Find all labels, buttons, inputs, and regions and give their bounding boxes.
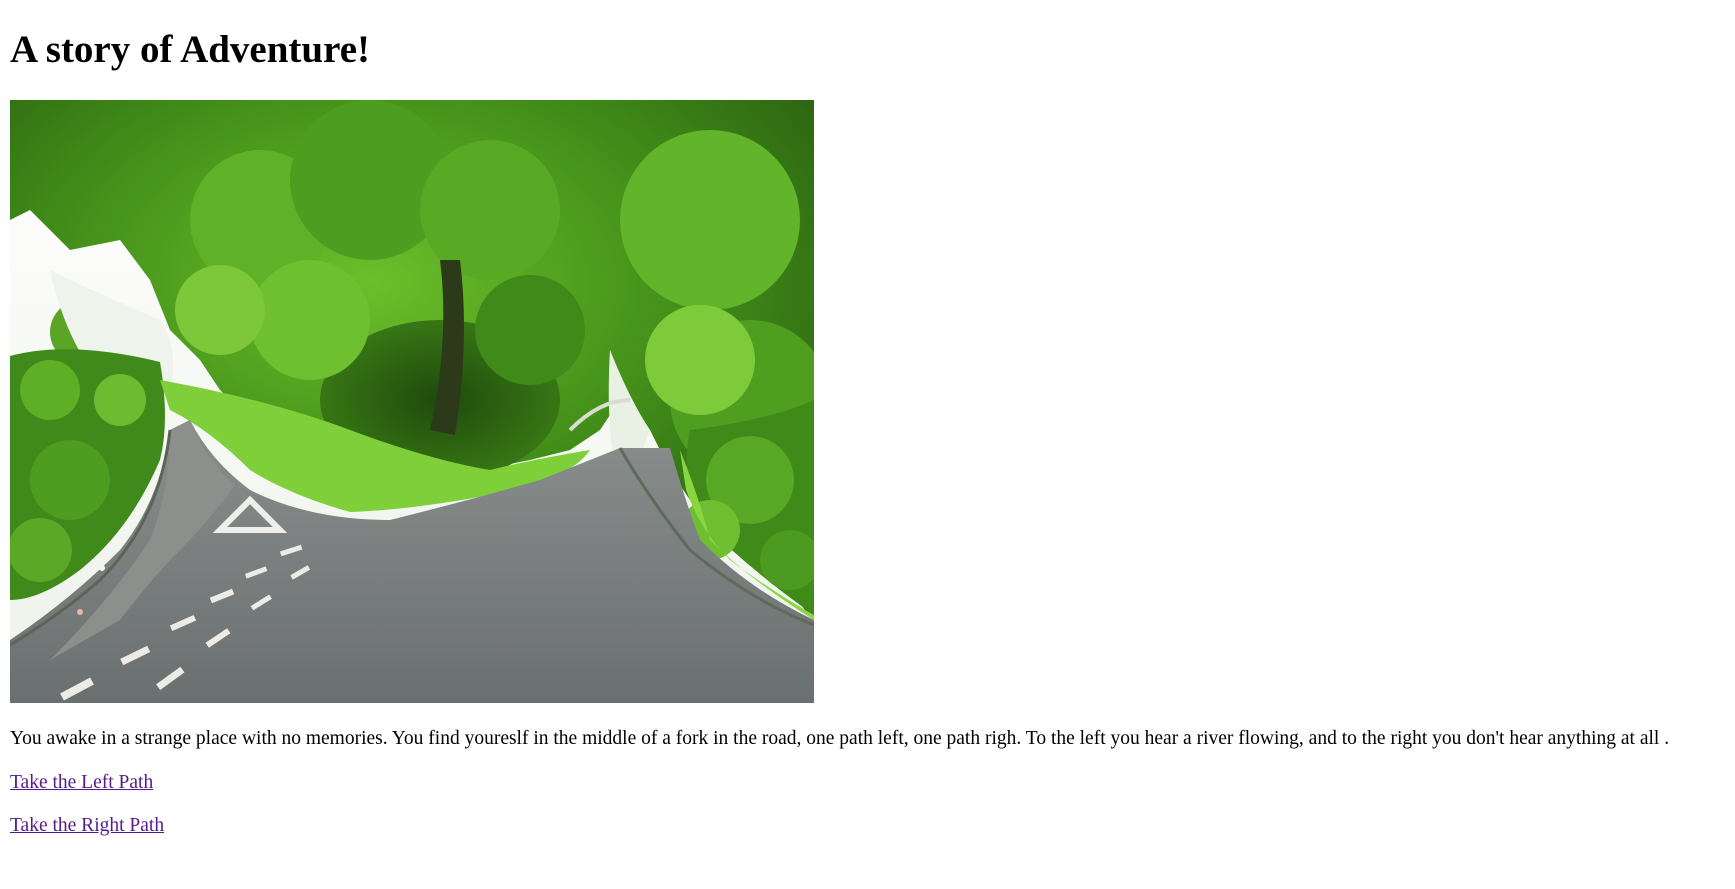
story-text: You awake in a strange place with no mem… — [10, 728, 1670, 749]
forked-road-image — [10, 100, 814, 703]
page-title: A story of Adventure! — [10, 28, 371, 71]
right-path-link[interactable]: Take the Right Path — [10, 814, 164, 838]
left-path-link[interactable]: Take the Left Path — [10, 771, 153, 795]
